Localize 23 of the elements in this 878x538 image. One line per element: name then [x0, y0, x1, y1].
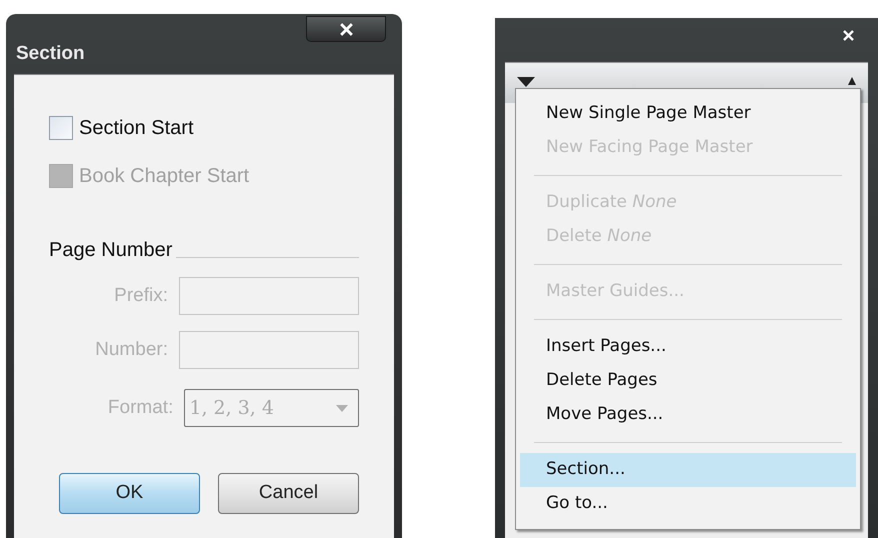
field-label: Number: — [94, 338, 168, 362]
group-label: Page Number — [49, 238, 172, 263]
up-arrow-icon — [848, 77, 856, 85]
dialog-button[interactable]: Cancel — [218, 473, 359, 514]
close-icon — [843, 30, 854, 41]
checkbox-label: Book Chapter Start — [79, 164, 250, 189]
checkbox-label: Section Start — [79, 116, 194, 141]
checkbox[interactable] — [49, 116, 73, 140]
window-title: Section — [16, 42, 85, 66]
menu-item[interactable]: Move Pages... — [520, 398, 856, 432]
collapse-triangle-icon — [517, 77, 535, 87]
close-button[interactable] — [306, 16, 386, 42]
menu-item[interactable]: New Single Page Master — [520, 97, 856, 131]
menu-item[interactable]: Insert Pages... — [520, 330, 856, 364]
field-label: Prefix: — [113, 284, 168, 308]
menu-item[interactable]: Delete Pages — [520, 364, 856, 398]
dialog-button[interactable]: OK — [59, 473, 200, 514]
field-label: Format: — [106, 396, 174, 420]
menu-item[interactable]: Section... — [520, 453, 856, 487]
dropdown-value: 1, 2, 3, 4 — [189, 396, 274, 421]
dropdown-arrow-icon — [336, 404, 348, 412]
menu-item[interactable]: Go to... — [520, 487, 856, 521]
close-icon — [340, 22, 352, 36]
